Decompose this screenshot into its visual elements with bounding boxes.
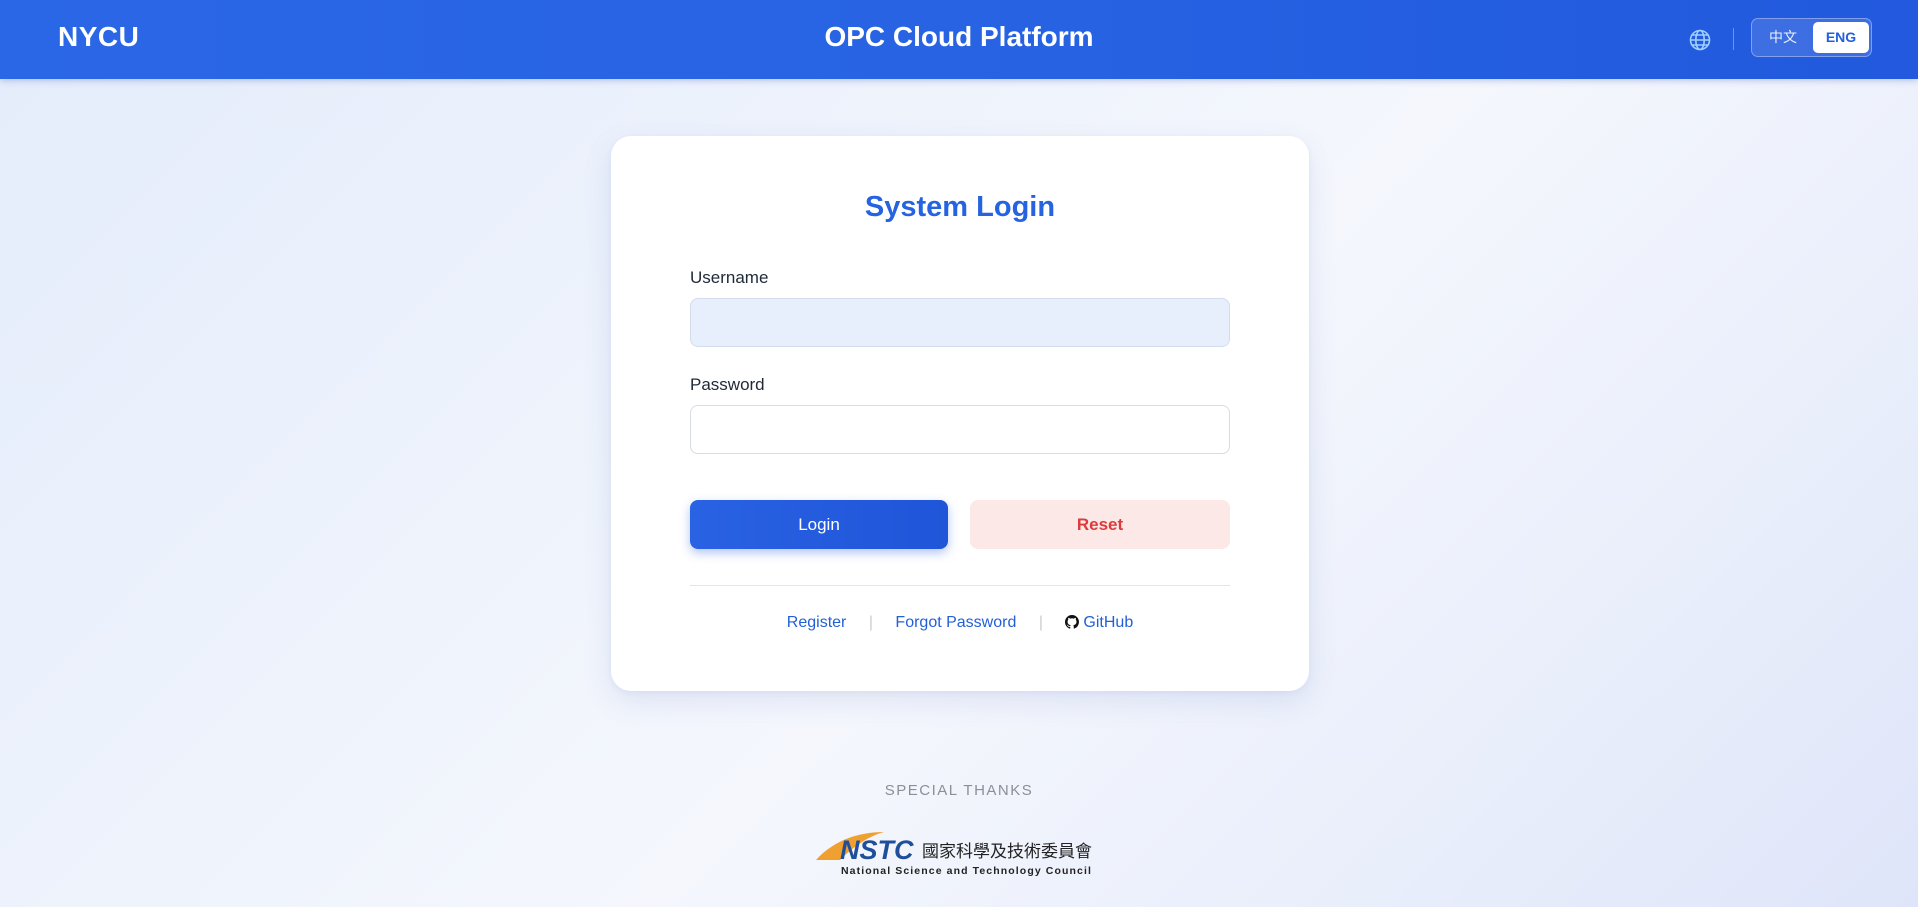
top-nav-bar: NYCU OPC Cloud Platform 中文 ENG [0, 0, 1918, 79]
language-option-zh[interactable]: 中文 [1755, 22, 1811, 53]
register-link[interactable]: Register [787, 614, 847, 631]
link-separator: | [1038, 614, 1043, 631]
github-link-label: GitHub [1083, 614, 1134, 631]
forgot-password-link[interactable]: Forgot Password [895, 614, 1016, 631]
reset-button[interactable]: Reset [970, 500, 1230, 549]
github-icon [1065, 615, 1080, 629]
username-input[interactable] [690, 298, 1230, 347]
login-title: System Login [864, 191, 1056, 223]
nstc-abbr: NSTC [840, 835, 914, 865]
github-link[interactable]: GitHub [1065, 614, 1133, 631]
app-title: OPC Cloud Platform [824, 21, 1094, 52]
nstc-name-en: National Science and Technology Council [841, 865, 1092, 876]
nstc-name-zh: 國家科學及技術委員會 [922, 842, 1092, 862]
special-thanks-label: SPECIAL THANKS [884, 782, 1034, 799]
password-label: Password [690, 375, 765, 394]
password-input[interactable] [690, 405, 1230, 454]
card-divider [690, 585, 1230, 586]
brand-logo-text[interactable]: NYCU [58, 21, 139, 53]
username-label: Username [690, 268, 769, 287]
nstc-logo: NSTC 國家科學及技術委員會 National Science and Tec… [816, 832, 1092, 876]
link-separator: | [868, 614, 873, 631]
language-switcher: 中文 ENG [1751, 18, 1872, 57]
globe-icon[interactable] [1688, 28, 1712, 52]
auxiliary-links: Register | Forgot Password | GitHub [611, 614, 1309, 632]
language-option-en[interactable]: ENG [1813, 22, 1869, 53]
header-divider [1733, 28, 1734, 50]
login-card: System Login Username Password Login Res… [611, 136, 1309, 691]
login-button[interactable]: Login [690, 500, 948, 549]
